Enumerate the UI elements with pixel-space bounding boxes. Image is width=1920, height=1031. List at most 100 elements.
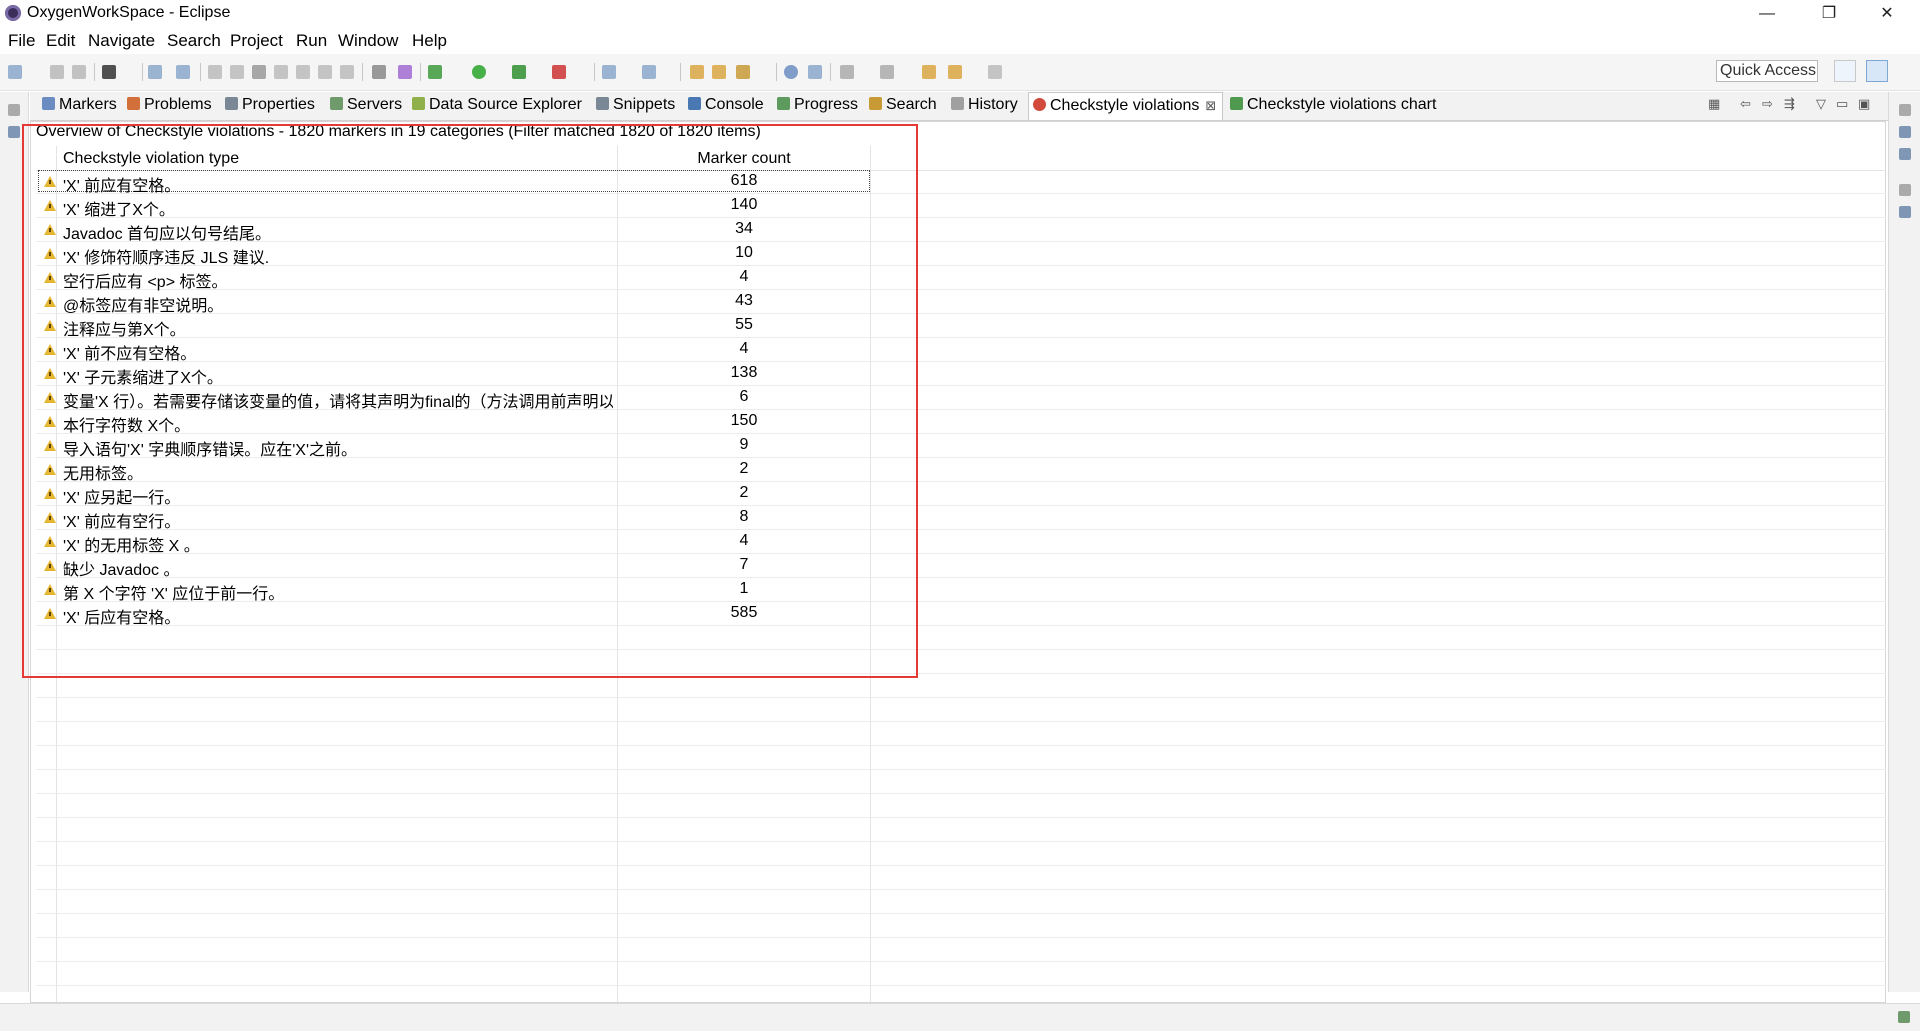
menu-edit[interactable]: Edit xyxy=(46,31,75,51)
close-tab-icon[interactable]: ⊠ xyxy=(1205,98,1216,113)
last-edit-location-icon[interactable] xyxy=(922,65,936,79)
tab-search[interactable]: Search xyxy=(869,96,937,114)
restore-icon[interactable] xyxy=(1899,104,1911,116)
tab-label: Markers xyxy=(59,96,117,113)
open-type-icon[interactable] xyxy=(690,65,704,79)
table-row[interactable]: 导入语句'X' 字典顺序错误。应在'X'之前。 9 xyxy=(36,434,1886,459)
use-step-filters-icon[interactable] xyxy=(372,65,386,79)
terminate-icon[interactable] xyxy=(252,65,266,79)
tab-console[interactable]: Console xyxy=(688,96,764,114)
column-header-type[interactable]: Checkstyle violation type xyxy=(63,150,239,168)
restore-icon[interactable] xyxy=(8,104,20,116)
table-row[interactable]: 缺少 Javadoc 。 7 xyxy=(36,554,1886,579)
configure-icon[interactable]: ⇶ xyxy=(1784,96,1795,112)
previous-annotation-icon[interactable] xyxy=(880,65,894,79)
table-row[interactable]: 'X' 后应有空格。 585 xyxy=(36,602,1886,627)
palette-icon[interactable] xyxy=(1899,206,1911,218)
table-row[interactable]: 第 X 个字符 'X' 应位于前一行。 1 xyxy=(36,578,1886,603)
save-all-icon[interactable] xyxy=(72,65,86,79)
table-row[interactable]: @标签应有非空说明。 43 xyxy=(36,290,1886,315)
step-return-icon[interactable] xyxy=(340,65,354,79)
tab-history[interactable]: History xyxy=(951,96,1018,114)
table-row[interactable]: Javadoc 首句应以句号结尾。 34 xyxy=(36,218,1886,243)
tab-markers[interactable]: Markers xyxy=(42,96,117,114)
menu-navigate[interactable]: Navigate xyxy=(88,31,155,51)
toolbar-separator xyxy=(680,63,681,81)
new-java-project-icon[interactable] xyxy=(602,65,616,79)
step-into-icon[interactable] xyxy=(296,65,310,79)
tab-servers[interactable]: Servers xyxy=(330,96,402,114)
menu-window[interactable]: Window xyxy=(338,31,398,51)
outline-icon[interactable] xyxy=(1899,126,1911,138)
table-row[interactable]: 'X' 前应有空行。 8 xyxy=(36,506,1886,531)
next-annotation-icon[interactable] xyxy=(840,65,854,79)
save-icon[interactable] xyxy=(50,65,64,79)
menu-run[interactable]: Run xyxy=(296,31,327,51)
table-row[interactable]: 无用标签。 2 xyxy=(36,458,1886,483)
task-list-icon[interactable] xyxy=(1899,148,1911,160)
tab-data-source-explorer[interactable]: Data Source Explorer xyxy=(412,96,582,114)
browser-icon[interactable] xyxy=(784,65,798,79)
filter-icon[interactable]: ▦ xyxy=(1708,96,1720,112)
table-row[interactable]: 变量'X 行）。若需要存储该变量的值，请将其声明为final的（方法调用前声明以… xyxy=(36,386,1886,411)
table-row[interactable]: 'X' 前不应有空格。 4 xyxy=(36,338,1886,363)
back-icon[interactable] xyxy=(948,65,962,79)
table-row[interactable]: 'X' 子元素缩进了X个。 138 xyxy=(36,362,1886,387)
disconnect-icon[interactable] xyxy=(274,65,288,79)
tab-checkstyle-violations[interactable]: Checkstyle violations ⊠ xyxy=(1028,92,1224,120)
java-perspective-icon[interactable] xyxy=(1866,60,1888,82)
menu-file[interactable]: File xyxy=(8,31,35,51)
table-row[interactable]: 'X' 前应有空格。 618 xyxy=(36,170,1886,195)
menu-search[interactable]: Search xyxy=(167,31,221,51)
external-tools-icon[interactable] xyxy=(552,65,566,79)
status-icon[interactable] xyxy=(1898,1011,1910,1023)
annotation-icon[interactable] xyxy=(808,65,822,79)
maximize-view-icon[interactable]: ▣ xyxy=(1858,96,1870,112)
package-explorer-icon[interactable] xyxy=(8,126,20,138)
table-row[interactable]: 注释应与第X个。 55 xyxy=(36,314,1886,339)
new-package-icon[interactable] xyxy=(642,65,656,79)
new-icon[interactable] xyxy=(8,65,22,79)
table-row[interactable]: 本行字符数 X个。 150 xyxy=(36,410,1886,435)
tab-label: Progress xyxy=(794,96,859,113)
view-menu-icon[interactable]: ▽ xyxy=(1816,96,1826,112)
profile-icon[interactable] xyxy=(102,65,116,79)
run-icon[interactable] xyxy=(472,65,486,79)
tab-problems[interactable]: Problems xyxy=(127,96,212,114)
minimize-view-icon[interactable]: ▭ xyxy=(1836,96,1848,112)
step-over-icon[interactable] xyxy=(318,65,332,79)
tab-snippets[interactable]: Snippets xyxy=(596,96,675,114)
restore-button[interactable]: ❐ xyxy=(1806,0,1852,28)
table-row[interactable]: 'X' 应另起一行。 2 xyxy=(36,482,1886,507)
restore-icon[interactable] xyxy=(1899,184,1911,196)
menu-help[interactable]: Help xyxy=(412,31,447,51)
checkstyle-icon xyxy=(1033,98,1046,111)
run-external-icon[interactable] xyxy=(512,65,526,79)
back-nav-icon[interactable]: ⇦ xyxy=(1740,96,1751,112)
open-perspective-icon[interactable] xyxy=(1834,60,1856,82)
table-row[interactable]: 'X' 缩进了X个。 140 xyxy=(36,194,1886,219)
marker-count: 10 xyxy=(735,244,753,261)
table-row[interactable]: 'X' 修饰符顺序违反 JLS 建议. 10 xyxy=(36,242,1886,267)
minimize-button[interactable]: — xyxy=(1744,0,1790,28)
forward-icon[interactable] xyxy=(988,65,1002,79)
search-toolbar-icon[interactable] xyxy=(736,65,750,79)
tab-progress[interactable]: Progress xyxy=(777,96,858,114)
quick-access-input[interactable]: Quick Access xyxy=(1716,60,1818,82)
coverage-icon[interactable] xyxy=(398,65,412,79)
menu-project[interactable]: Project xyxy=(230,31,283,51)
forward-nav-icon[interactable]: ⇨ xyxy=(1762,96,1773,112)
close-button[interactable]: ✕ xyxy=(1864,0,1910,28)
open-task-icon[interactable] xyxy=(712,65,726,79)
tab-checkstyle-violations-chart[interactable]: Checkstyle violations chart xyxy=(1230,96,1436,114)
column-header-count[interactable]: Marker count xyxy=(618,150,870,168)
debug-icon[interactable] xyxy=(428,65,442,79)
skip-breakpoints-icon[interactable] xyxy=(176,65,190,79)
table-row[interactable]: 空行后应有 <p> 标签。 4 xyxy=(36,266,1886,291)
terminal-icon[interactable] xyxy=(148,65,162,79)
suspend-icon[interactable] xyxy=(230,65,244,79)
marker-count: 4 xyxy=(739,268,749,285)
resume-icon[interactable] xyxy=(208,65,222,79)
tab-properties[interactable]: Properties xyxy=(225,96,315,114)
table-row[interactable]: 'X' 的无用标签 X 。 4 xyxy=(36,530,1886,555)
